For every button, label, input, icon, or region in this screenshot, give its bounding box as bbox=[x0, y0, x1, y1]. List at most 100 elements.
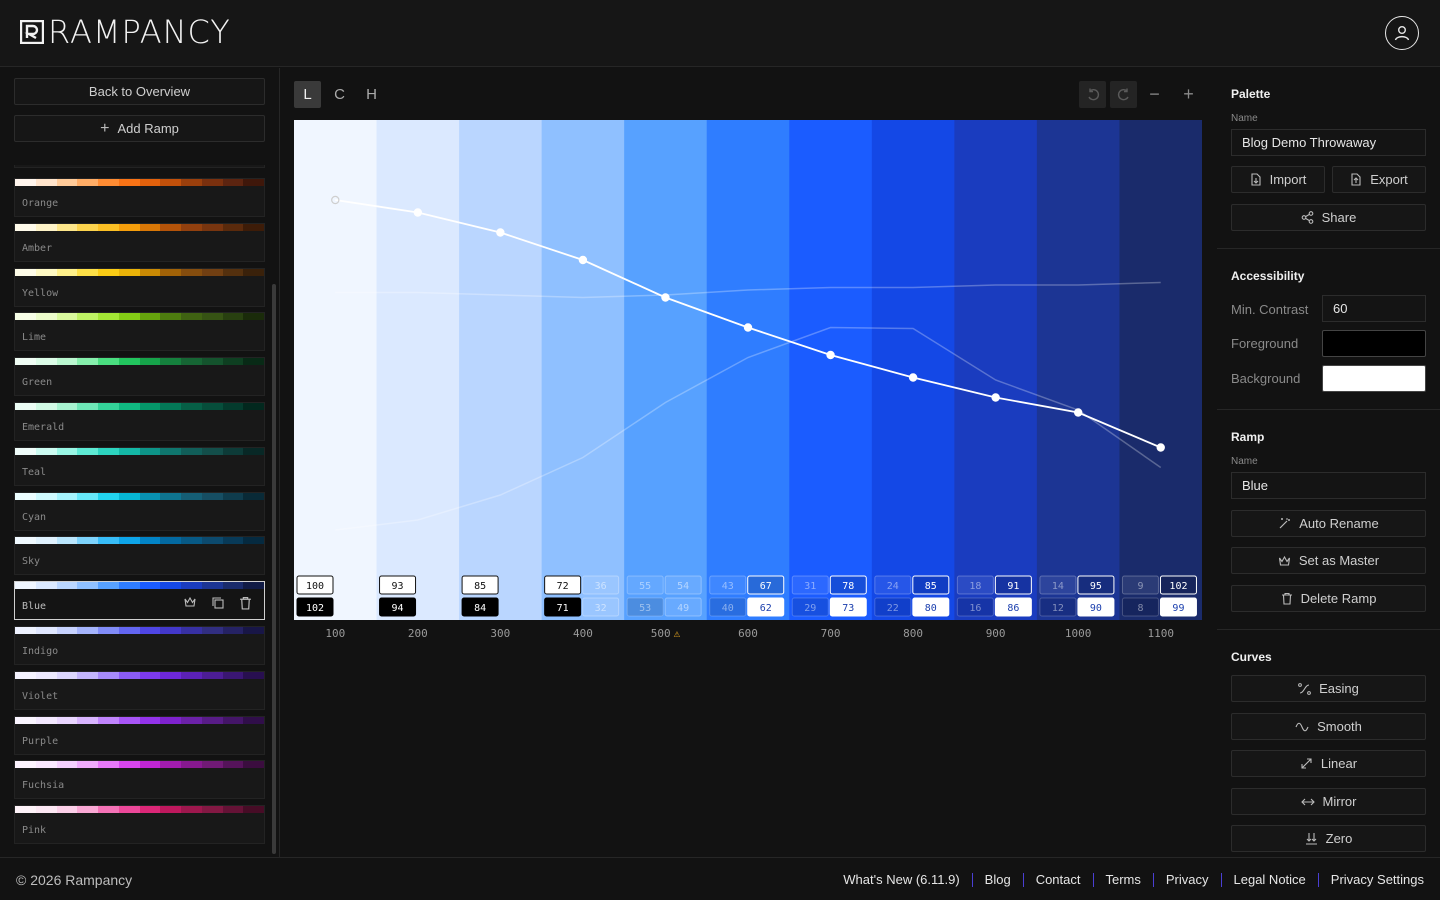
user-avatar-button[interactable] bbox=[1385, 16, 1419, 50]
curve-point bbox=[991, 393, 1000, 402]
ramp-swatch bbox=[56, 403, 78, 410]
trash-icon[interactable] bbox=[239, 596, 252, 610]
ramp-item-blue[interactable]: Blue bbox=[14, 581, 265, 621]
ramp-swatch bbox=[181, 403, 202, 410]
footer-link[interactable]: Privacy Settings bbox=[1331, 872, 1424, 887]
duplicate-icon[interactable] bbox=[211, 596, 225, 610]
ramp-item-purple[interactable]: Purple bbox=[14, 715, 265, 755]
ramp-swatch bbox=[77, 268, 98, 276]
ramp-color-strip bbox=[15, 179, 264, 186]
palette-name-input[interactable]: Blog Demo Throwaway bbox=[1231, 129, 1426, 156]
ramp-swatch bbox=[243, 582, 264, 590]
ramp-swatch bbox=[139, 313, 161, 321]
ramp-item-amber[interactable]: Amber bbox=[14, 222, 265, 262]
mode-hue-tab[interactable]: H bbox=[358, 81, 385, 108]
foreground-color-swatch[interactable] bbox=[1322, 330, 1426, 357]
ramp-item-cyan[interactable]: Cyan bbox=[14, 491, 265, 531]
mode-chroma-tab[interactable]: C bbox=[326, 81, 353, 108]
set-as-master-button[interactable]: Set as Master bbox=[1231, 547, 1426, 574]
ramp-item-orange[interactable]: Orange bbox=[14, 178, 265, 217]
ramp-swatch bbox=[98, 268, 119, 276]
ramp-name: Violet bbox=[22, 690, 59, 702]
ramp-swatch bbox=[118, 403, 140, 410]
zoom-in-button[interactable]: + bbox=[1175, 81, 1202, 108]
badge-text: 93 bbox=[392, 581, 404, 592]
background-color-swatch[interactable] bbox=[1322, 365, 1426, 392]
badge-text: 102 bbox=[306, 603, 324, 614]
mode-lightness-tab[interactable]: L bbox=[294, 81, 321, 108]
zoom-out-button[interactable]: − bbox=[1141, 81, 1168, 108]
ramp-swatch bbox=[35, 582, 57, 590]
delete-ramp-button[interactable]: Delete Ramp bbox=[1231, 585, 1426, 612]
redo-button[interactable] bbox=[1110, 81, 1137, 108]
ramp-item-teal[interactable]: Teal bbox=[14, 446, 265, 486]
ramp-swatch bbox=[243, 179, 264, 186]
undo-button[interactable] bbox=[1079, 81, 1106, 108]
ramp-color-strip bbox=[15, 313, 264, 321]
ramp-color-strip bbox=[15, 403, 264, 410]
ramp-section: Ramp Name Blue Auto Rename Set as Master… bbox=[1217, 410, 1440, 630]
curve-point bbox=[1073, 408, 1083, 417]
ramp-color-strip bbox=[15, 671, 264, 679]
auto-rename-button[interactable]: Auto Rename bbox=[1231, 510, 1426, 537]
export-button[interactable]: Export bbox=[1332, 166, 1426, 193]
ramp-item-pink[interactable]: Pink bbox=[14, 805, 265, 845]
ramp-swatch bbox=[35, 627, 57, 634]
ramp-name-input[interactable]: Blue bbox=[1231, 472, 1426, 499]
share-button[interactable]: Share bbox=[1231, 204, 1426, 231]
zero-button[interactable]: Zero bbox=[1231, 825, 1426, 852]
mirror-button[interactable]: Mirror bbox=[1231, 788, 1426, 815]
import-icon bbox=[1251, 173, 1261, 186]
arrows-down-icon bbox=[1305, 833, 1317, 845]
min-contrast-input[interactable]: 60 bbox=[1322, 295, 1426, 322]
ramp-item-emerald[interactable]: Emerald bbox=[14, 402, 265, 441]
smooth-button[interactable]: Smooth bbox=[1231, 713, 1426, 740]
ramp-item-yellow[interactable]: Yellow bbox=[14, 267, 265, 307]
logo-icon bbox=[20, 20, 44, 44]
ramp-item-green[interactable]: Green bbox=[14, 357, 265, 397]
back-to-overview-button[interactable]: Back to Overview bbox=[14, 78, 265, 105]
ramp-item-indigo[interactable]: Indigo bbox=[14, 626, 265, 665]
ramp-swatch bbox=[181, 447, 202, 455]
badge-text: 49 bbox=[677, 603, 689, 614]
ramp-swatch bbox=[35, 806, 57, 814]
ramp-item-sky[interactable]: Sky bbox=[14, 536, 265, 576]
ramp-swatch bbox=[118, 358, 140, 366]
plus-icon: + bbox=[1183, 84, 1194, 104]
palette-name-label: Name bbox=[1231, 113, 1258, 124]
ramp-item-violet[interactable]: Violet bbox=[14, 670, 265, 710]
badge-text: 85 bbox=[925, 581, 937, 592]
ramp-swatch bbox=[201, 447, 223, 455]
linear-button[interactable]: Linear bbox=[1231, 750, 1426, 777]
footer-link[interactable]: What's New (6.11.9) bbox=[843, 872, 959, 887]
ramp-swatch bbox=[201, 492, 223, 500]
footer-link[interactable]: Terms bbox=[1106, 872, 1141, 887]
ramp-swatch bbox=[201, 179, 223, 186]
ramp-item-fuchsia[interactable]: Fuchsia bbox=[14, 760, 265, 800]
app-logo[interactable]: RAMPANCY bbox=[20, 13, 231, 51]
color-column bbox=[459, 120, 543, 620]
ramp-swatch bbox=[98, 671, 119, 679]
contrast-badge-fg: 29 bbox=[791, 597, 829, 617]
easing-button[interactable]: Easing bbox=[1231, 675, 1426, 702]
footer-link[interactable]: Privacy bbox=[1166, 872, 1209, 887]
ramp-list-scrollbar[interactable] bbox=[272, 284, 276, 854]
ramp-item-partial[interactable] bbox=[14, 165, 265, 168]
import-button[interactable]: Import bbox=[1231, 166, 1325, 193]
ramp-swatch bbox=[56, 537, 78, 545]
badge-text: 67 bbox=[760, 581, 772, 592]
ramp-swatch bbox=[139, 223, 161, 231]
footer-link[interactable]: Blog bbox=[985, 872, 1011, 887]
ramp-item-lime[interactable]: Lime bbox=[14, 312, 265, 352]
ramp-swatch bbox=[160, 447, 181, 455]
badge-text: 29 bbox=[804, 603, 816, 614]
footer-link[interactable]: Legal Notice bbox=[1234, 872, 1306, 887]
crown-icon[interactable] bbox=[183, 596, 197, 608]
add-ramp-button[interactable]: + Add Ramp bbox=[14, 115, 265, 142]
curve-point bbox=[578, 255, 588, 265]
footer-link[interactable]: Contact bbox=[1036, 872, 1081, 887]
ramp-swatch bbox=[181, 806, 202, 814]
ramp-swatch bbox=[77, 806, 98, 814]
ramp-swatch bbox=[222, 671, 244, 679]
ramp-name: Green bbox=[22, 377, 53, 389]
